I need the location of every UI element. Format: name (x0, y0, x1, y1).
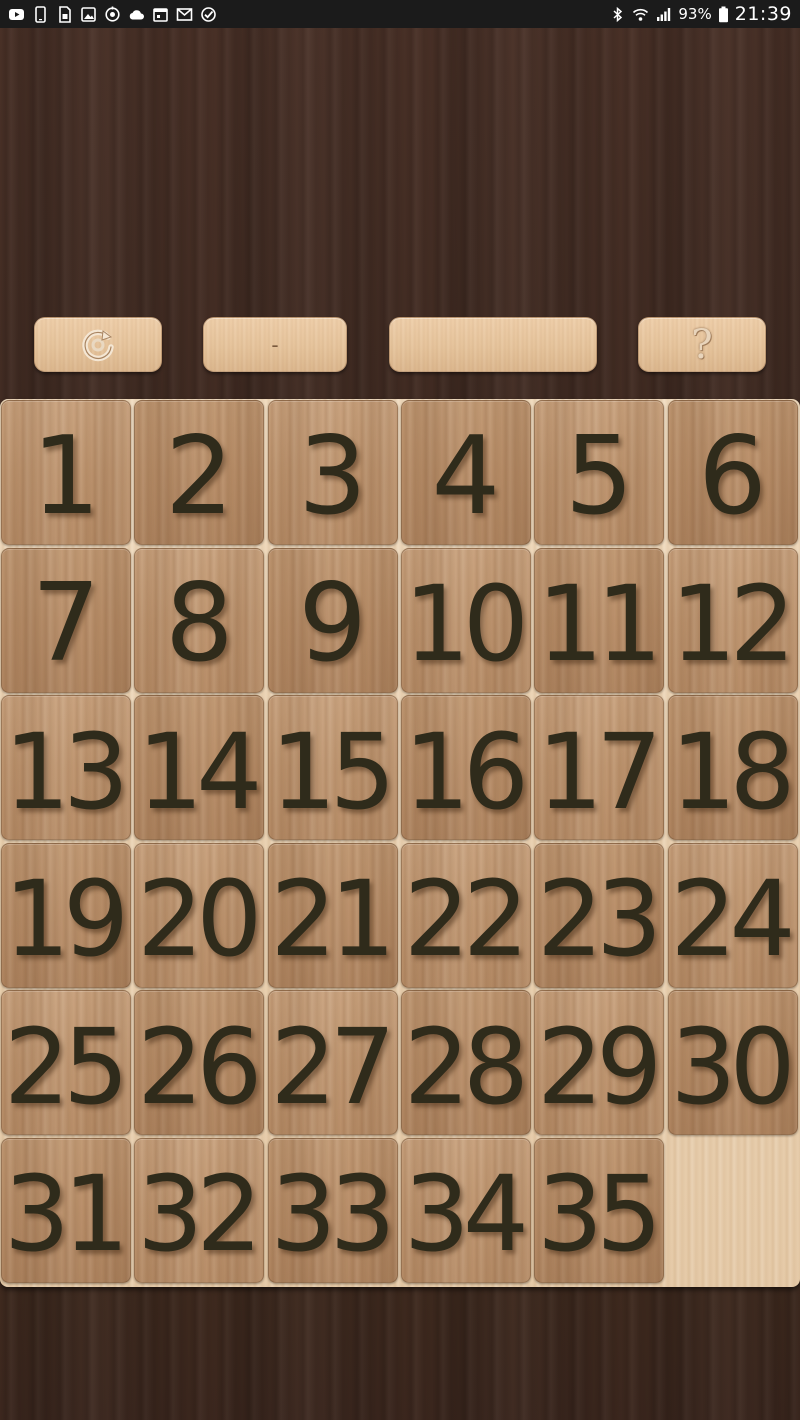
empty-slot (668, 1138, 798, 1283)
puzzle-tile[interactable]: 22 (400, 842, 531, 988)
image-icon (80, 6, 97, 23)
puzzle-tile[interactable]: 13 (1, 695, 131, 840)
battery-icon (718, 6, 729, 23)
tile-number: 4 (431, 413, 501, 539)
sim-card-icon (56, 5, 73, 23)
tile-number: 31 (3, 1153, 129, 1275)
tile-number: 23 (537, 858, 662, 980)
check-circle-icon (200, 6, 217, 23)
tile-number: 25 (3, 1005, 129, 1128)
puzzle-tile[interactable]: 12 (667, 547, 798, 693)
puzzle-tile[interactable]: 28 (400, 990, 531, 1135)
puzzle-tile[interactable]: 14 (134, 695, 265, 840)
puzzle-tile[interactable]: 16 (400, 695, 531, 840)
game-toolbar: - ? (0, 317, 800, 373)
puzzle-tile[interactable]: 3 (267, 400, 398, 545)
puzzle-tile[interactable]: 23 (534, 842, 665, 988)
tile-number: 8 (164, 561, 234, 686)
tile-number: 26 (137, 1005, 262, 1128)
tile-number: 30 (670, 1005, 795, 1128)
puzzle-tile[interactable]: 24 (667, 842, 798, 988)
moves-counter-value: - (271, 332, 279, 357)
puzzle-tile[interactable]: 30 (667, 990, 798, 1135)
status-bar: 93% 21:39 (0, 0, 800, 28)
tile-number: 3 (298, 413, 367, 539)
puzzle-tile[interactable]: 15 (267, 695, 398, 840)
calendar-icon (152, 6, 169, 23)
puzzle-tile[interactable]: 9 (267, 547, 398, 693)
puzzle-tile[interactable]: 2 (134, 400, 265, 545)
tile-number: 15 (270, 710, 395, 833)
signal-icon (655, 6, 672, 23)
youtube-icon (8, 6, 25, 23)
tile-number: 16 (403, 710, 529, 833)
puzzle-tile[interactable]: 29 (534, 990, 665, 1135)
tile-number: 24 (670, 858, 795, 980)
tile-number: 20 (137, 858, 262, 980)
tile-number: 7 (31, 561, 101, 686)
tile-number: 11 (537, 563, 662, 685)
puzzle-tile[interactable]: 7 (1, 547, 131, 693)
notification-icons (8, 5, 217, 23)
tile-number: 5 (564, 413, 634, 539)
tile-number: 27 (270, 1005, 395, 1128)
puzzle-tile[interactable]: 27 (267, 990, 398, 1135)
puzzle-tile[interactable]: 25 (1, 990, 131, 1135)
tile-number: 6 (698, 413, 767, 539)
wifi-icon (632, 6, 649, 23)
help-icon: ? (691, 321, 713, 368)
puzzle-tile[interactable]: 20 (134, 842, 265, 988)
help-button[interactable]: ? (638, 317, 766, 372)
system-status: 93% 21:39 (609, 3, 792, 25)
puzzle-tile[interactable]: 35 (534, 1137, 665, 1283)
puzzle-tile[interactable]: 34 (400, 1137, 531, 1283)
phone-icon (32, 5, 49, 23)
tile-number: 34 (403, 1153, 529, 1275)
puzzle-tile[interactable]: 32 (134, 1137, 265, 1283)
tile-number: 10 (403, 563, 529, 685)
puzzle-tile[interactable]: 11 (534, 547, 665, 693)
sync-icon (104, 6, 121, 23)
battery-level: 93% (678, 5, 712, 23)
tile-number: 9 (298, 561, 367, 686)
tile-number: 32 (137, 1153, 262, 1275)
timer-display (389, 317, 597, 372)
puzzle-tile[interactable]: 8 (134, 547, 265, 693)
puzzle-board: 1 2 3 4 5 6 7 8 9 10 11 12 13 14 15 16 17 18 19 20 21 22 23 24 2… (0, 399, 800, 1287)
puzzle-tile[interactable]: 5 (534, 400, 665, 545)
puzzle-tile[interactable]: 19 (1, 842, 131, 988)
tile-number: 22 (403, 858, 529, 980)
clock: 21:39 (734, 3, 792, 25)
puzzle-tile[interactable]: 1 (1, 400, 131, 545)
tile-number: 35 (537, 1153, 662, 1275)
tile-number: 2 (164, 413, 234, 539)
bluetooth-icon (609, 6, 626, 23)
tile-number: 17 (537, 710, 662, 833)
puzzle-tile[interactable]: 26 (134, 990, 265, 1135)
puzzle-tile[interactable]: 10 (400, 547, 531, 693)
restart-button[interactable] (34, 317, 162, 372)
puzzle-tile[interactable]: 17 (534, 695, 665, 840)
tile-number: 14 (137, 710, 262, 833)
cloud-icon (128, 6, 145, 23)
moves-counter: - (203, 317, 347, 372)
restart-icon (78, 325, 118, 365)
puzzle-tile[interactable]: 4 (400, 400, 531, 545)
tile-number: 13 (3, 710, 129, 833)
tile-number: 1 (31, 413, 101, 539)
gmail-icon (176, 6, 193, 23)
puzzle-tile[interactable]: 31 (1, 1137, 131, 1283)
tile-number: 21 (270, 858, 395, 980)
tile-number: 19 (3, 858, 129, 980)
tile-number: 28 (403, 1005, 529, 1128)
tile-number: 18 (670, 710, 795, 833)
puzzle-tile[interactable]: 18 (667, 695, 798, 840)
puzzle-tile[interactable]: 6 (667, 400, 798, 545)
puzzle-tile[interactable]: 21 (267, 842, 398, 988)
puzzle-tile[interactable]: 33 (267, 1137, 398, 1283)
tile-number: 33 (270, 1153, 395, 1275)
tile-number: 29 (537, 1005, 662, 1128)
tile-number: 12 (670, 563, 795, 685)
